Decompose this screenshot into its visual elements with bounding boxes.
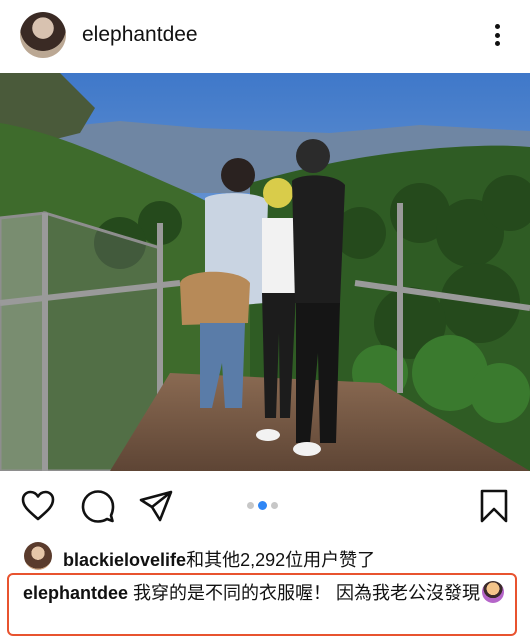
caption-username[interactable]: elephantdee [23, 583, 128, 603]
post-caption: elephantdee 我穿的是不同的衣服喔！ 因為我老公沒發現 [23, 580, 513, 606]
liker-username[interactable]: blackielovelife [63, 550, 186, 570]
likes-text: blackielovelife和其他2,292位用户赞了 [63, 546, 375, 572]
person-shrugging-emoji-icon [482, 581, 505, 603]
carousel-dot-active [258, 500, 267, 510]
likes-count-text: 和其他2,292位用户赞了 [186, 550, 376, 570]
caption-text: 我穿的是不同的衣服喔！ 因為我老公沒發現 [128, 583, 481, 603]
more-vertical-icon[interactable] [486, 22, 508, 48]
liker-avatar[interactable] [24, 542, 52, 570]
carousel-dot [247, 501, 254, 509]
bookmark-icon[interactable] [476, 488, 512, 524]
carousel-indicator [247, 499, 287, 511]
post-photo[interactable] [0, 73, 530, 471]
share-icon[interactable] [138, 488, 174, 524]
caption-highlight-box: elephantdee 我穿的是不同的衣服喔！ 因為我老公沒發現 [7, 573, 517, 636]
post-header: elephantdee [0, 0, 530, 70]
carousel-dot [271, 501, 278, 509]
author-username[interactable]: elephantdee [82, 23, 198, 47]
heart-icon[interactable] [20, 488, 56, 524]
comment-icon[interactable] [80, 488, 116, 524]
author-avatar[interactable] [20, 12, 66, 58]
likes-row[interactable]: blackielovelife和其他2,292位用户赞了 [0, 540, 530, 574]
